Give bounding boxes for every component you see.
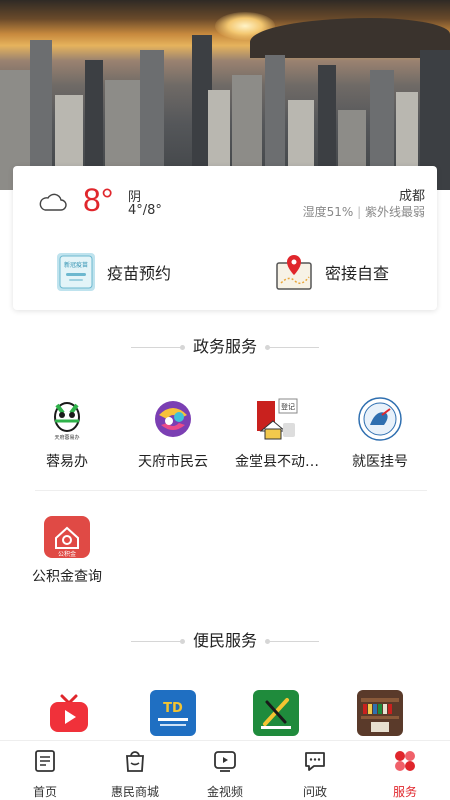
tab-label: 惠民商城: [110, 785, 159, 799]
city-name[interactable]: 成都: [399, 185, 425, 204]
td-service[interactable]: TD: [150, 690, 196, 736]
vaccine-icon: 新冠疫苗: [57, 253, 95, 291]
service-hospital-registration[interactable]: 就医挂号: [325, 395, 435, 471]
bottom-tab-bar: 首页 惠民商城 金视频 问政 服务: [0, 740, 450, 800]
svg-text:天府蓉易办: 天府蓉易办: [54, 434, 79, 441]
weather-card: 8° 阴 4°/8° 成都 湿度51% | 紫外线最弱 新冠疫苗 疫苗预约 密接…: [13, 166, 437, 310]
panda-icon: 天府蓉易办: [43, 395, 91, 443]
citizen-cloud-icon: [149, 395, 197, 443]
tab-inquiry[interactable]: 问政: [270, 741, 360, 800]
property-register-icon: 登记: [253, 395, 301, 443]
humidity: 湿度51%: [302, 205, 354, 219]
separator: |: [357, 205, 362, 219]
service-label: 金堂县不动…: [235, 454, 319, 470]
gov-services-heading: 政务服务: [0, 333, 450, 357]
tab-label: 首页: [32, 785, 57, 799]
svg-text:登记: 登记: [281, 402, 295, 411]
hospital-seal-icon: [356, 395, 404, 443]
td-service-icon: TD: [158, 701, 188, 726]
library-icon: [361, 698, 399, 732]
video-play-icon: [214, 751, 236, 772]
life-services-heading: 便民服务: [0, 627, 450, 651]
contact-self-check-button[interactable]: 密接自查: [275, 252, 389, 292]
temperature: 8°: [83, 182, 114, 218]
tab-home[interactable]: 首页: [0, 741, 90, 800]
service-label: 蓉易办: [46, 454, 88, 470]
vaccine-appointment-label: 疫苗预约: [107, 264, 172, 283]
svg-text:TD: TD: [163, 701, 183, 716]
vaccine-appointment-button[interactable]: 新冠疫苗 疫苗预约: [57, 252, 171, 292]
service-rongyiban[interactable]: 天府蓉易办 蓉易办: [12, 395, 122, 471]
shopping-bag-icon: [126, 751, 144, 772]
weather-details: 湿度51% | 紫外线最弱: [303, 203, 425, 220]
home-doc-icon: [35, 750, 55, 772]
chat-bubble-icon: [305, 752, 325, 771]
row-divider: [35, 490, 427, 491]
life-services-title: 便民服务: [192, 631, 257, 650]
map-pin-icon: [275, 253, 313, 291]
tab-label: 服务: [392, 785, 417, 799]
service-jintang-property[interactable]: 登记 金堂县不动…: [222, 395, 332, 471]
tab-services[interactable]: 服务: [360, 741, 450, 800]
tab-label: 问政: [302, 785, 327, 799]
tab-video[interactable]: 金视频: [180, 741, 270, 800]
tv-play-icon: [50, 694, 88, 732]
employment-service[interactable]: [253, 690, 299, 736]
housing-fund-icon: 公积金: [44, 516, 90, 558]
employment-icon: [261, 698, 291, 729]
service-label: 就医挂号: [352, 454, 408, 470]
city-banner-image: [0, 0, 450, 190]
services-grid-icon: [395, 751, 415, 771]
service-tianfu-citizen-cloud[interactable]: 天府市民云: [118, 395, 228, 471]
uv-index: 紫外线最弱: [364, 205, 425, 219]
gov-services-title: 政务服务: [192, 337, 257, 356]
tab-label: 金视频: [206, 785, 243, 799]
svg-text:新冠疫苗: 新冠疫苗: [64, 261, 88, 269]
contact-self-check-label: 密接自查: [325, 264, 390, 283]
service-label: 公积金查询: [32, 569, 102, 585]
tv-play-service[interactable]: [46, 690, 92, 736]
svg-text:公积金: 公积金: [58, 550, 76, 558]
service-label: 天府市民云: [138, 454, 208, 470]
cloud-icon: [39, 193, 67, 211]
tab-mall[interactable]: 惠民商城: [90, 741, 180, 800]
library-service[interactable]: [357, 690, 403, 736]
temperature-range: 4°/8°: [128, 203, 162, 218]
service-housing-fund[interactable]: 公积金 公积金查询: [12, 516, 122, 586]
